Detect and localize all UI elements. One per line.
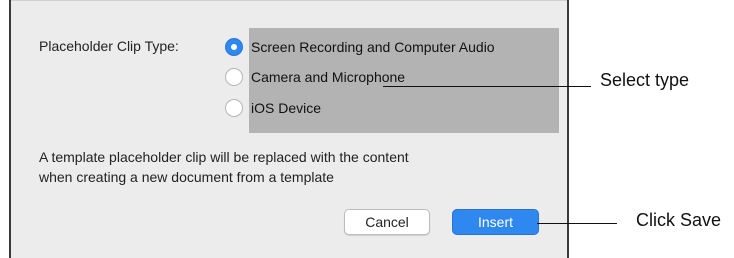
radio-option-label: Screen Recording and Computer Audio xyxy=(251,39,495,55)
description-line-1: A template placeholder clip will be repl… xyxy=(39,149,409,165)
click-save-callout-line xyxy=(537,223,617,224)
radio-option-camera-microphone[interactable]: Camera and Microphone xyxy=(225,67,405,87)
radio-option-screen-recording[interactable]: Screen Recording and Computer Audio xyxy=(225,37,495,57)
description-line-2: when creating a new document from a temp… xyxy=(39,169,334,185)
dialog-top-border xyxy=(11,0,567,1)
placeholder-dialog: Placeholder Clip Type: Screen Recording … xyxy=(9,0,569,258)
cancel-button[interactable]: Cancel xyxy=(344,209,430,235)
radio-button[interactable] xyxy=(225,99,243,117)
description-text: A template placeholder clip will be repl… xyxy=(39,147,539,187)
radio-button-selected[interactable] xyxy=(225,38,243,56)
click-save-callout: Click Save xyxy=(636,210,722,230)
radio-option-label: iOS Device xyxy=(251,100,322,116)
select-type-callout: Select type xyxy=(600,70,690,90)
placeholder-clip-type-label: Placeholder Clip Type: xyxy=(39,38,179,54)
insert-button[interactable]: Insert xyxy=(452,209,539,235)
radio-option-label: Camera and Microphone xyxy=(251,69,406,85)
radio-option-ios-device[interactable]: iOS Device xyxy=(225,98,321,118)
select-type-callout-line xyxy=(383,86,591,87)
radio-button[interactable] xyxy=(225,68,243,86)
